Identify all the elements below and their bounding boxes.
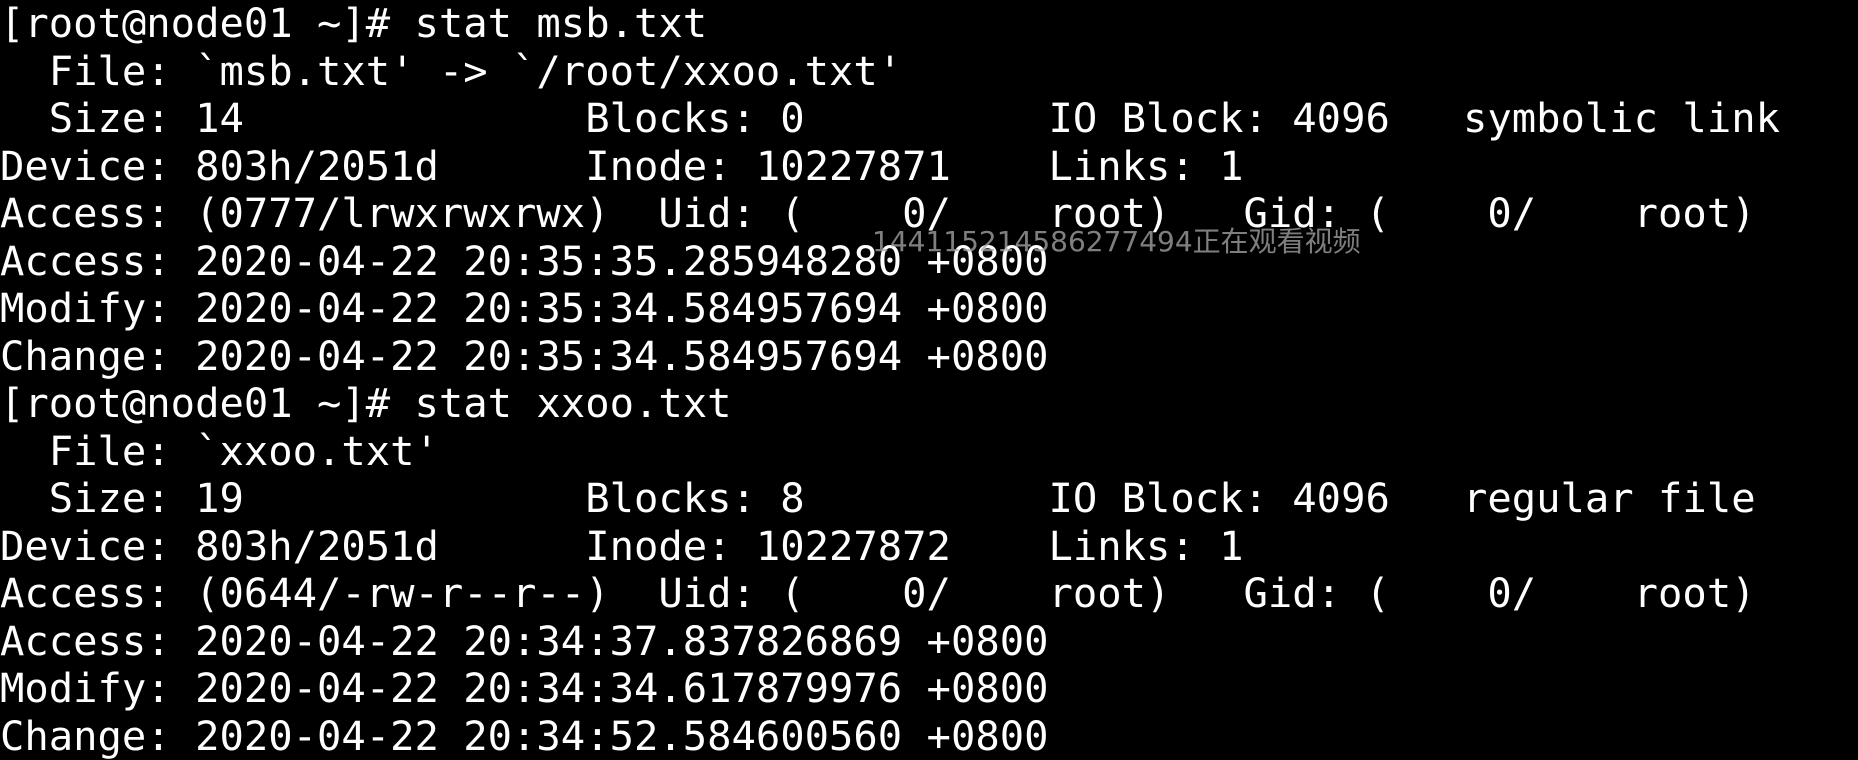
stat-modify-time-line: Modify: 2020-04-22 20:35:34.584957694 +0… <box>0 285 1858 333</box>
prompt-line-stat-xxoo: [root@node01 ~]# stat xxoo.txt <box>0 380 1858 428</box>
stat-access-mode-line: Access: (0644/-rw-r--r--) Uid: ( 0/ root… <box>0 570 1858 618</box>
viewer-watermark: 1441152145862774​94正在观看视频 <box>872 225 1361 259</box>
stat-device-line: Device: 803h/2051d Inode: 10227872 Links… <box>0 523 1858 571</box>
stat-size-line: Size: 19 Blocks: 8 IO Block: 4096 regula… <box>0 475 1858 523</box>
stat-device-line: Device: 803h/2051d Inode: 10227871 Links… <box>0 143 1858 191</box>
stat-modify-time-line: Modify: 2020-04-22 20:34:34.617879976 +0… <box>0 665 1858 713</box>
stat-size-line: Size: 14 Blocks: 0 IO Block: 4096 symbol… <box>0 95 1858 143</box>
terminal-window[interactable]: [root@node01 ~]# stat msb.txt File: `msb… <box>0 0 1858 756</box>
stat-file-line: File: `msb.txt' -> `/root/xxoo.txt' <box>0 48 1858 96</box>
stat-change-time-line: Change: 2020-04-22 20:34:52.584600560 +0… <box>0 713 1858 760</box>
stat-change-time-line: Change: 2020-04-22 20:35:34.584957694 +0… <box>0 333 1858 381</box>
stat-access-time-line: Access: 2020-04-22 20:34:37.837826869 +0… <box>0 618 1858 666</box>
stat-file-line: File: `xxoo.txt' <box>0 428 1858 476</box>
prompt-line-stat-msb: [root@node01 ~]# stat msb.txt <box>0 0 1858 48</box>
